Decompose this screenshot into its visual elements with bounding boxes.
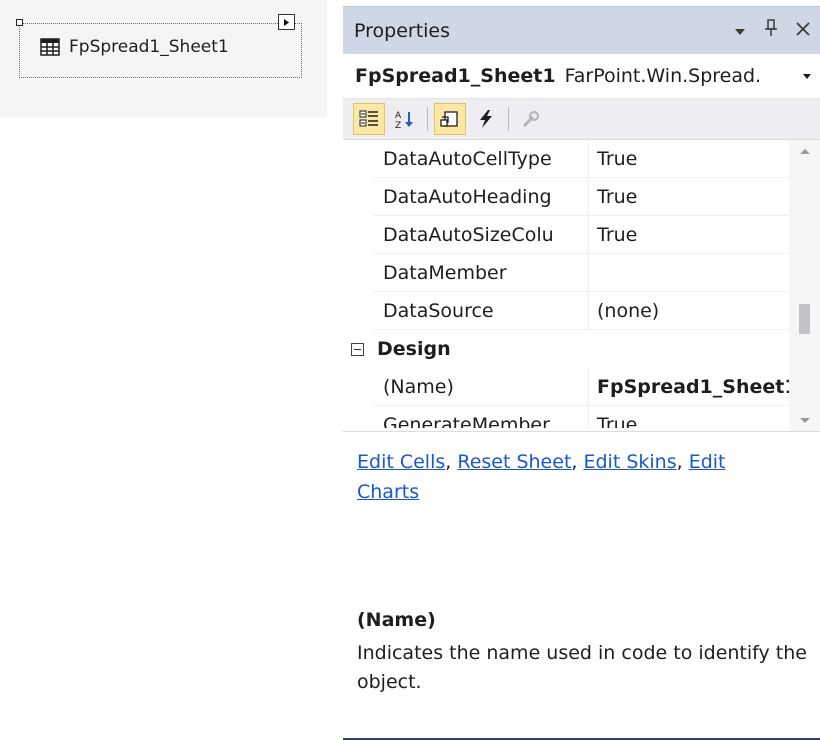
property-name: (Name)	[373, 368, 589, 406]
designer-surface: FpSpread1_Sheet1	[0, 0, 327, 117]
property-row[interactable]: DataSource (none)	[343, 292, 789, 330]
properties-view-button[interactable]	[434, 103, 466, 135]
property-value[interactable]: True	[589, 178, 789, 216]
toolbar-separator	[427, 107, 428, 131]
category-label: Design	[377, 338, 451, 360]
property-pages-button[interactable]	[515, 103, 547, 135]
property-row[interactable]: DataMember	[343, 254, 789, 292]
grid-icon	[40, 38, 60, 56]
categorized-button[interactable]	[353, 103, 385, 135]
object-type: FarPoint.Win.Spread.	[564, 65, 762, 87]
component-label: FpSpread1_Sheet1	[69, 37, 229, 57]
object-name: FpSpread1_Sheet1	[355, 65, 556, 87]
link-separator: ,	[676, 451, 683, 473]
properties-toolbar: A Z	[343, 99, 820, 140]
property-name: GenerateMember	[373, 406, 589, 428]
property-name: DataAutoHeading	[373, 178, 589, 216]
property-row[interactable]: DataAutoCellType True	[343, 140, 789, 178]
property-value[interactable]: (none)	[589, 292, 789, 330]
description-pane: (Name) Indicates the name used in code t…	[343, 609, 820, 697]
selection-handle[interactable]	[16, 19, 23, 26]
edit-charts-link-cont[interactable]: Charts	[357, 481, 419, 503]
collapse-icon[interactable]	[351, 342, 364, 356]
description-title: (Name)	[357, 609, 436, 631]
property-pages-icon	[440, 111, 458, 127]
window-dropdown-icon[interactable]	[734, 20, 746, 41]
scrollbar-thumb[interactable]	[799, 304, 810, 334]
smart-tag-button[interactable]	[278, 14, 295, 30]
link-separator: ,	[571, 451, 578, 473]
category-row-design[interactable]: Design	[343, 330, 789, 368]
close-icon[interactable]	[796, 20, 810, 41]
lightning-icon	[480, 110, 492, 128]
property-name: DataMember	[373, 254, 589, 292]
edit-charts-link[interactable]: Edit	[689, 451, 726, 473]
properties-window: Properties FpSpread1_Sheet1 FarPoint.Win…	[343, 6, 820, 740]
property-row[interactable]: DataAutoHeading True	[343, 178, 789, 216]
sort-az-icon: A Z	[395, 111, 413, 129]
property-value[interactable]: True	[589, 406, 789, 429]
scroll-up-arrow-icon[interactable]	[789, 140, 820, 162]
property-grid: DataAutoCellType True DataAutoHeading Tr…	[343, 140, 820, 432]
property-row[interactable]: GenerateMember True	[343, 406, 789, 428]
edit-skins-link[interactable]: Edit Skins	[583, 451, 676, 473]
svg-text:Z: Z	[395, 121, 401, 129]
edit-cells-link[interactable]: Edit Cells	[357, 451, 445, 473]
property-row-selected[interactable]: (Name) FpSpread1_Sheet1	[343, 368, 789, 406]
chevron-down-icon[interactable]	[798, 69, 820, 83]
scroll-down-arrow-icon[interactable]	[789, 409, 820, 431]
wrench-icon	[523, 111, 539, 127]
property-value[interactable]	[589, 254, 789, 292]
svg-text:A: A	[395, 111, 402, 121]
property-value[interactable]: True	[589, 140, 789, 178]
property-name: DataAutoSizeColu	[373, 216, 589, 254]
link-separator: ,	[445, 451, 452, 473]
window-title: Properties	[354, 19, 451, 42]
component-content: FpSpread1_Sheet1	[40, 37, 229, 57]
property-name: DataAutoCellType	[373, 140, 589, 178]
property-row[interactable]: DataAutoSizeColu True	[343, 216, 789, 254]
vertical-scrollbar[interactable]	[789, 140, 820, 431]
play-arrow-icon	[284, 18, 289, 26]
alphabetical-button[interactable]: A Z	[389, 103, 421, 135]
events-button[interactable]	[470, 103, 502, 135]
object-selector[interactable]: FpSpread1_Sheet1 FarPoint.Win.Spread.	[343, 54, 820, 99]
description-text: Indicates the name used in code to ident…	[357, 642, 807, 693]
reset-sheet-link[interactable]: Reset Sheet	[457, 451, 571, 473]
component-tray-item[interactable]: FpSpread1_Sheet1	[16, 14, 302, 78]
property-value[interactable]: True	[589, 216, 789, 254]
toolbar-separator	[508, 107, 509, 131]
property-name: DataSource	[373, 292, 589, 330]
categorized-icon	[359, 110, 378, 127]
property-value[interactable]: FpSpread1_Sheet1	[589, 368, 789, 406]
commands-pane: Edit Cells, Reset Sheet, Edit Skins, Edi…	[343, 432, 820, 609]
pin-icon[interactable]	[764, 19, 778, 42]
properties-titlebar: Properties	[343, 6, 820, 54]
